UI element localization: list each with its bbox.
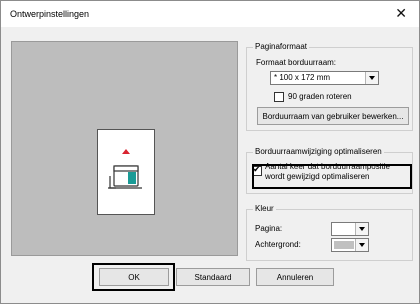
chevron-down-icon[interactable]: [355, 239, 368, 251]
background-color-select[interactable]: [331, 238, 369, 252]
paper-size-title: Paginaformaat: [253, 42, 310, 51]
page-color-label: Pagina:: [255, 224, 283, 233]
window-title: Ontwerpinstellingen: [10, 9, 90, 19]
chevron-down-icon[interactable]: [365, 72, 378, 84]
paper-size-group: Paginaformaat Formaat borduurraam: * 100…: [246, 42, 413, 131]
embroidery-hoop-preview: [97, 129, 155, 215]
background-color-swatch: [334, 241, 354, 249]
rotate-90-checkbox[interactable]: [274, 92, 284, 102]
hoop-size-value: * 100 x 172 mm: [274, 73, 331, 82]
hoop-size-label: Formaat borduurraam:: [256, 58, 337, 67]
cancel-button[interactable]: Annuleren: [256, 268, 334, 286]
chevron-down-icon[interactable]: [355, 223, 368, 235]
design-preview: [11, 41, 238, 256]
color-group: Kleur Pagina: Achtergrond:: [246, 204, 413, 261]
edit-user-hoop-button[interactable]: Borduurraam van gebruiker bewerken...: [257, 107, 409, 125]
color-title: Kleur: [253, 204, 276, 213]
close-icon[interactable]: ✕: [395, 5, 407, 22]
page-color-select[interactable]: [331, 222, 369, 236]
ok-highlight-frame: [92, 263, 175, 291]
page-color-swatch: [334, 225, 354, 233]
dialog-window: Ontwerpinstellingen ✕ Paginaformaat Form…: [0, 0, 420, 304]
background-color-label: Achtergrond:: [255, 240, 301, 249]
hoop-size-select[interactable]: * 100 x 172 mm: [270, 71, 379, 85]
rotate-90-label: 90 graden roteren: [288, 92, 352, 101]
optimize-title: Borduurraamwijziging optimaliseren: [253, 147, 384, 156]
sewing-machine-icon: [108, 149, 142, 189]
optimize-highlight-frame: [252, 164, 412, 189]
title-bar: Ontwerpinstellingen ✕: [1, 1, 419, 27]
default-button[interactable]: Standaard: [176, 268, 250, 286]
